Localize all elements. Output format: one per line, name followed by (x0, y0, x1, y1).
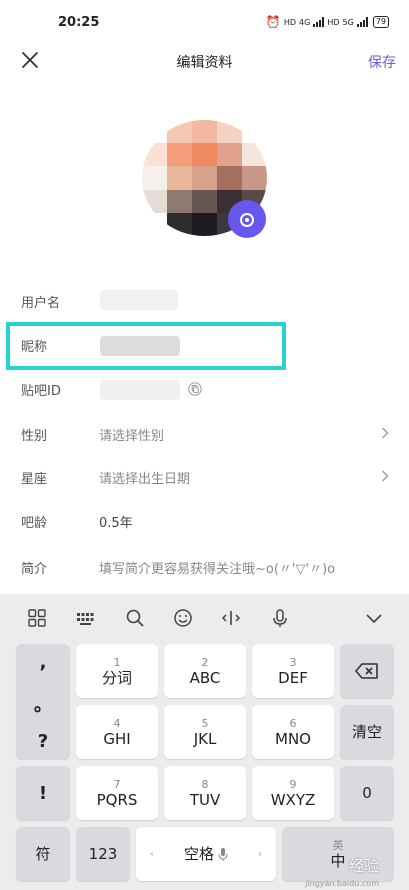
username-label: 用户名 (21, 296, 61, 311)
key-9-num: 9 (289, 777, 297, 791)
zodiac-row[interactable]: 星座 请选择出生日期 (0, 458, 409, 498)
battery-icon: 79 (372, 16, 389, 28)
key-9-label: WXYZ (270, 790, 316, 809)
key-1[interactable]: 1 分词 (76, 644, 158, 698)
key-8[interactable]: 8 TUV (164, 766, 246, 820)
nav-bar: 编辑资料 保存 (0, 40, 409, 80)
account-age-label: 吧龄 (21, 516, 48, 531)
status-bar: 20:25 ⏰ HD 4G HD 5G 79 (0, 0, 409, 44)
bio-label: 简介 (21, 562, 48, 577)
key-2[interactable]: 2 ABC (164, 644, 246, 698)
key-7[interactable]: 7 PQRS (76, 766, 158, 820)
lang-key-sub-label: 中 (330, 851, 346, 870)
nickname-highlight-box (6, 322, 286, 370)
key-5[interactable]: 5 JKL (164, 705, 246, 759)
watermark-url: jingyan.baidu.com (305, 879, 379, 888)
key-3[interactable]: 3 DEF (252, 644, 334, 698)
bio-row[interactable]: 简介 填写简介更容易获得关注哦~o(〃'▽'〃)o (0, 548, 409, 588)
key-3-num: 3 (289, 655, 297, 669)
zodiac-placeholder: 请选择出生日期 (99, 472, 191, 487)
gender-row[interactable]: 性别 请选择性别 (0, 415, 409, 455)
key-7-label: PQRS (96, 790, 138, 809)
lang-key-label: 英 (332, 838, 344, 852)
key-2-num: 2 (201, 655, 209, 669)
key-7-num: 7 (113, 777, 121, 791)
key-8-label: TUV (189, 790, 221, 809)
numeric-key-label: 123 (88, 845, 118, 863)
key-4-num: 4 (113, 716, 121, 730)
key-3-label: DEF (278, 668, 308, 687)
key-5-num: 5 (201, 716, 209, 730)
account-age-value: 0.5年 (99, 516, 133, 531)
zero-key-label: 0 (362, 784, 372, 802)
gender-placeholder: 请选择性别 (99, 429, 165, 444)
mic-icon[interactable] (270, 608, 290, 628)
question-key[interactable]: ? (38, 731, 48, 752)
key-1-num: 1 (113, 655, 121, 669)
keyboard: , 。 ? ! 1 分词 2 ABC 3 DEF 4 GHI 5 JKL 6 M… (0, 594, 409, 890)
hd-badge-2: HD (327, 17, 340, 27)
key-8-num: 8 (201, 777, 209, 791)
username-row[interactable]: 用户名 (0, 282, 409, 322)
chevron-right-icon (382, 427, 389, 439)
emoji-icon[interactable] (173, 608, 193, 628)
zodiac-label: 星座 (21, 472, 48, 487)
alarm-icon: ⏰ (265, 15, 281, 29)
space-left-arrow-icon: ‹ (149, 848, 154, 860)
search-icon[interactable] (125, 608, 145, 628)
space-right-arrow-icon: › (258, 848, 262, 860)
key-6-label: MNO (275, 729, 311, 748)
cursor-icon[interactable] (221, 608, 241, 628)
symbol-key-label: 符 (35, 845, 51, 863)
backspace-key[interactable] (340, 644, 394, 698)
exclamation-label: ! (38, 782, 48, 804)
key-9[interactable]: 9 WXYZ (252, 766, 334, 820)
network-gen-2: 5G (342, 17, 354, 27)
period-key[interactable]: 。 (34, 691, 52, 717)
key-1-label: 分词 (101, 668, 132, 687)
username-value-redacted (100, 290, 178, 310)
punctuation-column[interactable]: , 。 ? (16, 644, 70, 759)
signal-icon-2 (356, 17, 368, 27)
keyboard-icon[interactable] (76, 608, 96, 628)
save-button[interactable]: 保存 (368, 52, 396, 72)
tieba-id-label: 贴吧ID (21, 384, 61, 399)
bio-placeholder[interactable]: 填写简介更容易获得关注哦~o(〃'▽'〃)o (99, 558, 335, 577)
watermark: 经验 (348, 857, 379, 875)
keyboard-toolbar (0, 594, 409, 640)
key-4-label: GHI (103, 729, 131, 748)
account-age-row: 吧龄 0.5年 (0, 502, 409, 542)
numeric-key[interactable]: 123 (76, 827, 130, 881)
key-4[interactable]: 4 GHI (76, 705, 158, 759)
copy-icon[interactable] (188, 382, 202, 396)
exclamation-key[interactable]: ! (16, 766, 70, 820)
gender-label: 性别 (21, 429, 48, 444)
mic-small-icon (218, 848, 228, 861)
symbol-key[interactable]: 符 (16, 827, 70, 881)
space-key-label: 空格 (183, 845, 214, 863)
backspace-icon (355, 663, 378, 679)
status-icons: ⏰ HD 4G HD 5G 79 (266, 15, 389, 29)
clear-key-label: 清空 (351, 723, 382, 741)
network-gen-1: 4G (299, 17, 311, 27)
key-6-num: 6 (289, 716, 297, 730)
key-6[interactable]: 6 MNO (252, 705, 334, 759)
page-title: 编辑资料 (176, 55, 233, 71)
space-key[interactable]: ‹ 空格 › (136, 827, 276, 881)
chevron-right-icon (382, 470, 389, 482)
tieba-id-value-redacted (100, 380, 180, 400)
collapse-icon[interactable] (364, 608, 384, 628)
tieba-id-row[interactable]: 贴吧ID (0, 370, 409, 410)
key-5-label: JKL (193, 729, 217, 748)
signal-icon (313, 17, 325, 27)
hd-badge-1: HD (283, 17, 297, 27)
key-2-label: ABC (189, 668, 221, 687)
status-time: 20:25 (58, 15, 100, 30)
camera-icon (240, 213, 254, 227)
zero-key[interactable]: 0 (340, 766, 394, 820)
clear-key[interactable]: 清空 (340, 705, 394, 759)
change-avatar-button[interactable] (228, 200, 266, 238)
comma-key[interactable]: , (40, 652, 47, 673)
grid-icon[interactable] (27, 608, 47, 628)
